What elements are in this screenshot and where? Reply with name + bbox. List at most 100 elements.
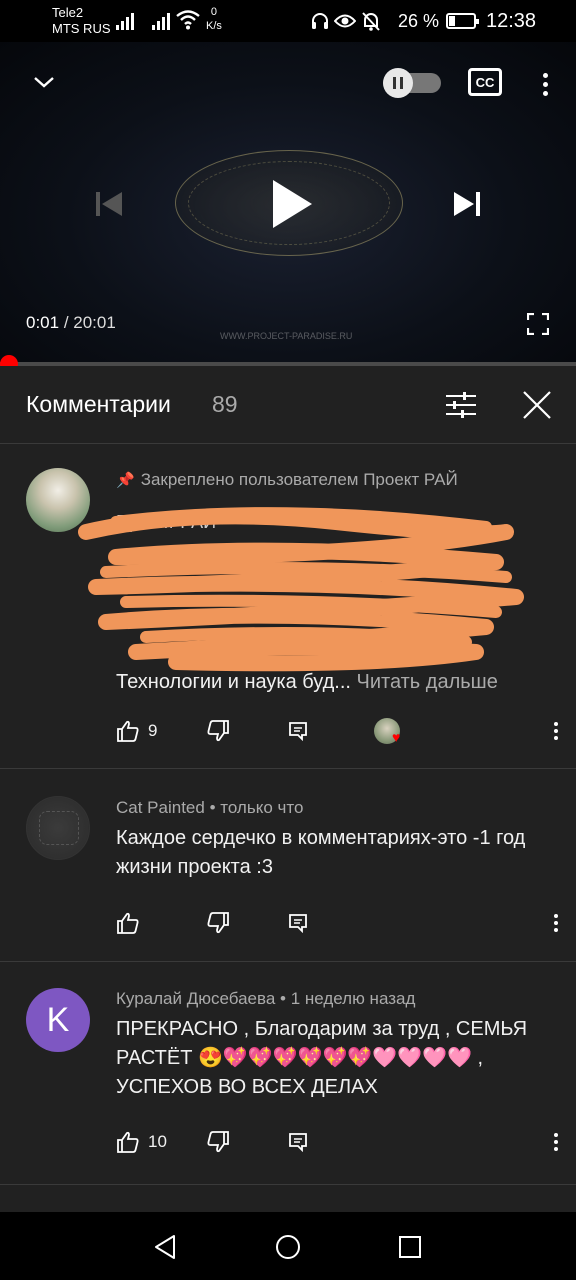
like-button[interactable]: 10: [116, 1127, 167, 1157]
comments-header: Комментарии 89: [0, 366, 576, 444]
total-time: 20:01: [73, 313, 116, 332]
video-watermark-url: WWW.PROJECT-PARADISE.RU: [220, 331, 353, 341]
comment-meta: Cat Painted • только что: [116, 798, 303, 818]
carrier-info: Tele2 MTS RUS: [52, 5, 111, 37]
avatar-letter: K: [46, 1000, 70, 1039]
comment-item: K Куралай Дюсебаева • 1 неделю назад ПРЕ…: [0, 963, 576, 1185]
comments-title: Комментарии: [26, 391, 171, 417]
status-right: 26 % 12:38: [312, 0, 576, 42]
more-options-button[interactable]: [530, 66, 560, 102]
signal-1-icon: [116, 12, 136, 30]
reply-button[interactable]: [288, 908, 308, 938]
comment-text: Каждое сердечко в комментариях-это -1 го…: [116, 827, 526, 878]
fullscreen-icon: [527, 313, 549, 335]
carrier-1: Tele2: [52, 5, 84, 20]
close-icon: [523, 391, 551, 419]
signal-2-icon: [152, 12, 172, 30]
comment-actions: 9 ♥: [116, 716, 566, 746]
previous-button[interactable]: [90, 186, 128, 222]
eye-icon: [334, 14, 356, 28]
comment-more-button[interactable]: [546, 908, 566, 938]
chevron-down-icon: [34, 77, 54, 88]
clock: 12:38: [486, 10, 537, 32]
comment-text: ПРЕКРАСНО , Благодарим за труд , СЕМЬЯ Р…: [116, 1018, 528, 1098]
autoplay-toggle[interactable]: [383, 68, 443, 98]
close-comments-button[interactable]: [518, 386, 556, 424]
next-button[interactable]: [448, 186, 486, 222]
bell-off-icon: [362, 12, 380, 31]
captions-label: CC: [475, 74, 495, 90]
comment-more-button[interactable]: [546, 716, 566, 746]
thumbs-down-icon: [207, 1131, 229, 1153]
net-speed-unit: K/s: [206, 20, 222, 32]
reply-button[interactable]: [288, 1127, 308, 1157]
like-button[interactable]: 9: [116, 716, 157, 746]
comment-text-visible: Технологии и наука буд...: [116, 671, 351, 693]
current-time: 0:01: [26, 313, 60, 332]
recents-square-icon: [399, 1236, 421, 1258]
carrier-2: MTS RUS: [52, 21, 111, 36]
video-player[interactable]: WWW.PROJECT-PARADISE.RU CC 0:01 / 20:01: [0, 42, 576, 364]
reply-button[interactable]: [288, 716, 308, 746]
play-icon: [273, 180, 312, 228]
home-circle-icon: [276, 1235, 300, 1259]
meta-separator: •: [275, 989, 291, 1008]
recents-button[interactable]: [395, 1232, 425, 1262]
avatar[interactable]: K: [26, 988, 90, 1052]
like-count: 9: [148, 721, 158, 740]
net-speed-value: 0: [210, 6, 218, 18]
fullscreen-button[interactable]: [522, 308, 554, 340]
pinned-label: 📌 Закреплено пользователем Проект РАЙ: [116, 470, 458, 490]
system-nav-bar: [0, 1212, 576, 1280]
pause-icon: [383, 68, 413, 98]
play-button[interactable]: [262, 172, 322, 236]
comment-meta: Куралай Дюсебаева • 1 неделю назад: [116, 989, 415, 1009]
meta-separator: •: [204, 798, 221, 817]
comment-text: Технологии и наука буд... Читать дальше: [116, 668, 556, 697]
heart-icon: ♥: [392, 729, 401, 745]
reply-icon: [289, 914, 307, 933]
time-separator: /: [59, 313, 74, 332]
tune-icon: [446, 392, 476, 418]
back-button[interactable]: [150, 1232, 180, 1262]
pinned-text: Закреплено пользователем Проект РАЙ: [140, 470, 458, 489]
comments-count: 89: [212, 391, 238, 417]
time-display: 0:01 / 20:01: [26, 313, 116, 333]
reply-icon: [289, 722, 307, 741]
thumbs-down-icon: [207, 912, 229, 934]
wifi-icon: [176, 10, 200, 30]
thumbs-down-icon: [207, 720, 229, 742]
avatar[interactable]: [26, 796, 90, 860]
comment-actions: 10: [116, 1127, 566, 1157]
dislike-button[interactable]: [206, 1127, 230, 1157]
like-button[interactable]: [116, 908, 140, 938]
minimize-button[interactable]: [26, 64, 62, 100]
comment-author[interactable]: Куралай Дюсебаева: [116, 989, 275, 1008]
comment-more-button[interactable]: [546, 1127, 566, 1157]
comment-actions: [116, 908, 566, 938]
captions-button[interactable]: CC: [468, 68, 502, 96]
thumbs-up-icon: [117, 720, 139, 742]
comment-item-pinned: 📌 Закреплено пользователем Проект РАЙ Про…: [0, 444, 576, 769]
read-more-link[interactable]: Читать дальше: [357, 671, 498, 693]
skip-previous-icon: [96, 192, 122, 216]
pin-icon: 📌: [116, 472, 135, 489]
dislike-button[interactable]: [206, 908, 230, 938]
back-triangle-icon: [155, 1235, 175, 1259]
comment-time: 1 неделю назад: [290, 989, 416, 1008]
comment-author[interactable]: Cat Painted: [116, 798, 205, 817]
scribble-redaction: [78, 507, 524, 672]
dislike-button[interactable]: [206, 716, 230, 746]
comments-panel: Комментарии 89 📌 Закреплено пользователем…: [0, 366, 576, 1212]
status-bar: Tele2 MTS RUS 0 K/s 26 % 12:38: [0, 0, 576, 42]
battery-icon: [446, 13, 479, 29]
thumbs-up-icon: [117, 912, 139, 934]
thumbs-up-icon: [117, 1131, 139, 1153]
sort-filter-button[interactable]: [442, 386, 480, 424]
battery-percent: 26 %: [398, 11, 440, 31]
net-speed: 0 K/s: [206, 5, 222, 33]
skip-next-icon: [454, 192, 480, 216]
reply-icon: [289, 1133, 307, 1152]
headphones-icon: [312, 13, 328, 29]
home-button[interactable]: [273, 1232, 303, 1262]
